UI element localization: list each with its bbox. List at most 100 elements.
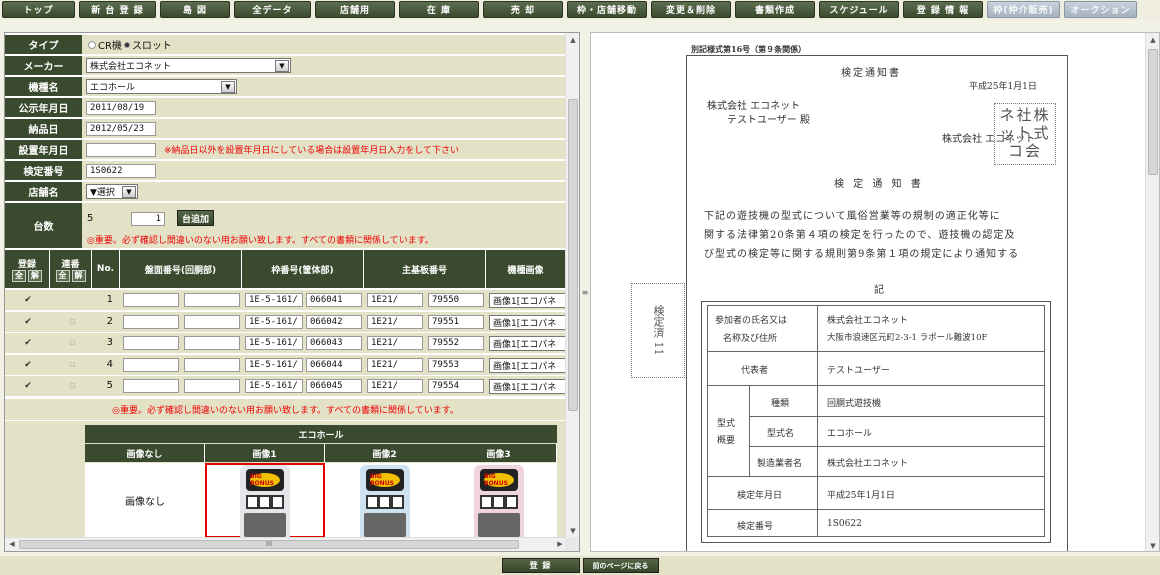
type-label: タイプ xyxy=(5,35,82,54)
nav-button[interactable]: 新 台 登 録 xyxy=(79,1,156,18)
machine-image-option[interactable]: BIG BONUS xyxy=(441,463,557,538)
nav-button[interactable]: 店舗用 xyxy=(315,1,395,18)
doc-scroll-thumb[interactable] xyxy=(1148,49,1158,175)
vertical-scroll-thumb[interactable] xyxy=(568,99,578,411)
sequence-checkbox[interactable]: ▫ xyxy=(67,360,77,370)
frame-input-2[interactable]: 066041 xyxy=(306,293,362,307)
register-checkbox[interactable]: ✔ xyxy=(23,338,33,348)
sequence-all-button[interactable]: 全 xyxy=(55,269,70,282)
frame-input-1[interactable]: 1E-5-161/ xyxy=(245,314,303,329)
register-all-button[interactable]: 全 xyxy=(12,269,26,282)
nav-button[interactable]: 枠・店舗移動 xyxy=(567,1,647,18)
register-checkbox[interactable]: ✔ xyxy=(23,295,33,305)
store-select[interactable]: ▼選択 ▼ xyxy=(86,184,138,199)
main-board-input-1[interactable]: 1E21/ xyxy=(367,314,423,329)
frame-input-1[interactable]: 1E-5-161/ xyxy=(245,293,303,307)
image-none-option[interactable]: 画像なし xyxy=(85,463,205,538)
scroll-down-icon[interactable]: ▼ xyxy=(567,525,579,537)
image-select[interactable]: 画像1[エコパネ xyxy=(489,357,566,373)
big-bonus-logo: BIG BONUS xyxy=(250,472,280,487)
scroll-up-icon[interactable]: ▲ xyxy=(567,34,579,46)
frame-input-1[interactable]: 1E-5-161/ xyxy=(245,357,303,372)
nav-button[interactable]: オークション xyxy=(1064,1,1137,18)
machine-image-option[interactable]: BIG BONUS xyxy=(205,463,325,538)
main-board-input-1[interactable]: 1E21/ xyxy=(367,336,423,351)
nav-button[interactable]: 枠(仲介販売) xyxy=(987,1,1060,18)
scroll-down-icon[interactable]: ▼ xyxy=(1147,540,1159,551)
main-board-input-2[interactable]: 79554 xyxy=(428,379,484,394)
inspect-number-input[interactable]: 1S0622 xyxy=(86,163,156,178)
horizontal-scroll-thumb[interactable]: III xyxy=(19,540,519,549)
frame-input-2[interactable]: 066042 xyxy=(306,314,362,329)
register-button[interactable]: 登 録 xyxy=(501,558,580,573)
register-checkbox[interactable]: ✔ xyxy=(23,360,33,370)
install-date-input[interactable] xyxy=(86,142,156,157)
main-board-input-1[interactable]: 1E21/ xyxy=(367,379,423,394)
image-select[interactable]: 画像1[エコパネ xyxy=(489,293,566,308)
horizontal-scrollbar[interactable]: ◀ III ▶ xyxy=(5,537,567,551)
type-radio-slot[interactable] xyxy=(123,41,130,48)
board-input-1[interactable] xyxy=(123,314,179,329)
register-checkbox[interactable]: ✔ xyxy=(23,317,33,327)
nav-button[interactable]: トップ xyxy=(2,1,75,18)
main-board-input-2[interactable]: 79551 xyxy=(428,314,484,329)
image-select-value: 画像1[エコパネ xyxy=(493,361,557,372)
nav-button[interactable]: スケジュール xyxy=(819,1,899,18)
nav-button[interactable]: 全データ xyxy=(234,1,311,18)
nav-button[interactable]: 在 庫 xyxy=(399,1,479,18)
main-board-input-2[interactable]: 79552 xyxy=(428,336,484,351)
image-select[interactable]: 画像1[エコパネ xyxy=(489,379,566,395)
main-board-input-2[interactable]: 79553 xyxy=(428,357,484,372)
image-select[interactable]: 画像1[エコパネ xyxy=(489,336,566,352)
nav-button[interactable]: 島 図 xyxy=(160,1,230,18)
main-board-input-1[interactable]: 1E21/ xyxy=(367,357,423,372)
board-input-1[interactable] xyxy=(123,379,179,394)
add-unit-button[interactable]: 台追加 xyxy=(177,210,215,226)
frame-input-2[interactable]: 066045 xyxy=(306,379,362,394)
type-radio-cr[interactable] xyxy=(88,40,96,49)
board-input-1[interactable] xyxy=(123,293,179,307)
install-label: 設置年月日 xyxy=(5,140,82,159)
maker-select[interactable]: 株式会社エコネット ▼ xyxy=(86,58,291,73)
delivery-date-input[interactable]: 2012/05/23 xyxy=(86,121,156,136)
nav-button[interactable]: 書類作成 xyxy=(735,1,815,18)
sequence-clear-button[interactable]: 解 xyxy=(71,269,86,282)
doc-body-line2: 関する法律第20条第４項の検定を行ったので、遊技機の認定及 xyxy=(704,230,1016,241)
board-input-2[interactable] xyxy=(184,336,240,351)
nav-button[interactable]: 登 録 情 報 xyxy=(903,1,983,18)
frame-input-2[interactable]: 066043 xyxy=(306,336,362,351)
announce-date-input[interactable]: 2011/08/19 xyxy=(86,100,156,115)
sequence-checkbox[interactable]: ▫ xyxy=(67,317,77,327)
nav-button[interactable]: 変更＆削除 xyxy=(651,1,731,18)
model-select[interactable]: エコホール ▼ xyxy=(86,79,237,94)
machine-image-option[interactable]: BIG BONUS xyxy=(325,463,445,538)
board-input-2[interactable] xyxy=(184,357,240,372)
main-board-input-1[interactable]: 1E21/ xyxy=(367,293,423,307)
board-input-1[interactable] xyxy=(123,336,179,351)
register-label: 登録 xyxy=(17,259,36,270)
board-input-1[interactable] xyxy=(123,357,179,372)
board-input-2[interactable] xyxy=(184,314,240,329)
scroll-left-icon[interactable]: ◀ xyxy=(6,538,18,550)
nav-button[interactable]: 売 却 xyxy=(483,1,563,18)
doc-type-label-2: 概要 xyxy=(717,436,736,446)
back-button[interactable]: 前のページに戻る xyxy=(582,558,659,573)
add-quantity-input[interactable]: 1 xyxy=(131,212,165,226)
board-input-2[interactable] xyxy=(184,379,240,394)
doc-vertical-scrollbar[interactable]: ▲ ▼ xyxy=(1145,33,1159,551)
sequence-checkbox[interactable]: ▫ xyxy=(67,338,77,348)
splitter-handle[interactable]: ≡ xyxy=(581,32,589,552)
register-checkbox[interactable]: ✔ xyxy=(23,381,33,391)
vertical-scrollbar[interactable]: ▲ ▼ xyxy=(565,33,579,538)
board-input-2[interactable] xyxy=(184,293,240,307)
slot-machine-image: BIG BONUS xyxy=(240,464,290,537)
scroll-up-icon[interactable]: ▲ xyxy=(1147,34,1159,46)
frame-input-1[interactable]: 1E-5-161/ xyxy=(245,336,303,351)
image-select[interactable]: 画像1[エコパネ xyxy=(489,314,566,330)
sequence-checkbox[interactable]: ▫ xyxy=(67,381,77,391)
form-content: タイプ CR機 スロット メーカー 株式会社エコネット ▼ 機種名 エコホール ▼ … xyxy=(5,33,566,538)
main-board-input-2[interactable]: 79550 xyxy=(428,293,484,307)
frame-input-1[interactable]: 1E-5-161/ xyxy=(245,379,303,394)
frame-input-2[interactable]: 066044 xyxy=(306,357,362,372)
register-clear-button[interactable]: 解 xyxy=(28,269,42,282)
